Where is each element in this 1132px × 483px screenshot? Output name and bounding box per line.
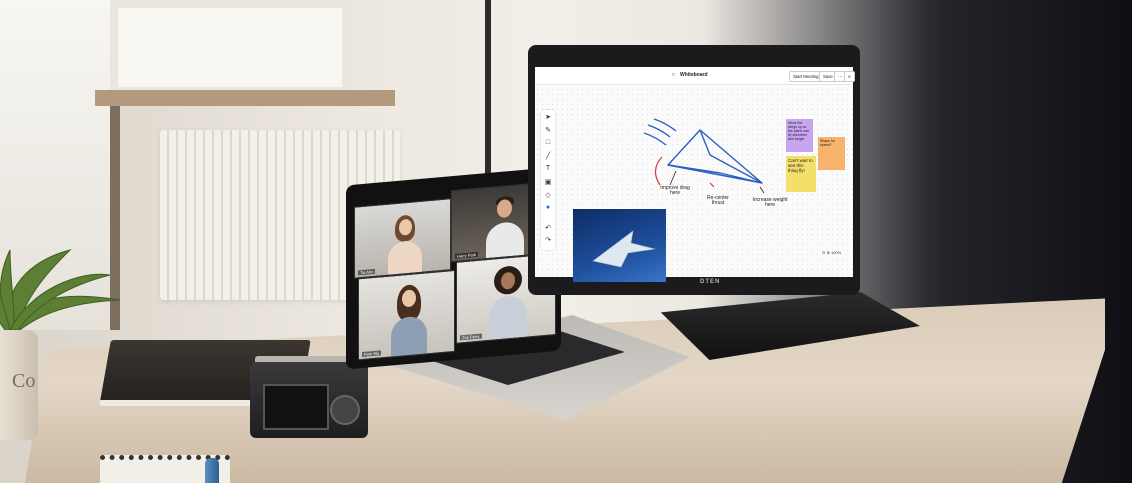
participant-name: Tia Ann bbox=[358, 268, 376, 276]
color-dot-icon[interactable]: ● bbox=[544, 204, 552, 211]
video-tile[interactable]: Pam Wu bbox=[358, 269, 455, 361]
sticky-note[interactable]: Shape for speed? bbox=[818, 137, 845, 170]
pen bbox=[205, 458, 219, 483]
office-scene: Co Tia Ann Harry Park Pam Wu Zoe Perry □… bbox=[0, 0, 1132, 483]
window-pane bbox=[110, 0, 350, 95]
annotation-thrust: Re-center thrust bbox=[707, 195, 729, 206]
participant-name: Pam Wu bbox=[362, 350, 382, 358]
sticky-icon[interactable]: ▣ bbox=[544, 178, 552, 186]
participant-name: Harry Park bbox=[455, 251, 479, 259]
zoom-in-icon[interactable]: ⊕ bbox=[826, 250, 829, 255]
plant-leaves bbox=[0, 249, 121, 331]
video-tile[interactable]: Tia Ann bbox=[354, 198, 451, 279]
jet-illustration bbox=[592, 230, 656, 268]
paper-plane-sketch bbox=[643, 118, 765, 194]
sticky-note[interactable]: Can't wait to see this thing fly! bbox=[786, 156, 816, 192]
text-icon[interactable]: T bbox=[544, 165, 552, 172]
menu-button[interactable]: ≡ bbox=[844, 71, 855, 82]
zoom-level: 100% bbox=[830, 250, 842, 255]
annotation-weight: Increase weight here bbox=[752, 197, 788, 208]
pen-icon[interactable]: ✎ bbox=[544, 126, 552, 134]
redo-icon[interactable]: ↷ bbox=[544, 236, 552, 244]
camera-screen bbox=[263, 384, 329, 430]
monitor-brand: DTEN bbox=[700, 279, 721, 285]
line-icon[interactable]: ╱ bbox=[544, 152, 552, 160]
annotation-drag: Improve drag here bbox=[660, 185, 690, 196]
rectangle-icon[interactable]: □ bbox=[544, 139, 552, 146]
whiteboard-icon: □ bbox=[672, 72, 676, 78]
whiteboard-title: Whiteboard bbox=[680, 72, 708, 78]
zoom-controls[interactable]: ⊖ ⊕ 100% bbox=[822, 250, 856, 260]
shape-icon[interactable]: ◇ bbox=[544, 191, 552, 199]
select-icon[interactable]: ➤ bbox=[544, 113, 552, 121]
window-sill bbox=[95, 90, 395, 106]
zoom-out-icon[interactable]: ⊖ bbox=[822, 250, 825, 255]
pot-lettering: Co bbox=[12, 370, 36, 392]
start-meeting-button[interactable]: Start Meeting bbox=[789, 71, 823, 82]
jet-image-card[interactable] bbox=[573, 209, 666, 282]
sticky-note[interactable]: Move the wings up so the plane can fly s… bbox=[786, 119, 813, 152]
camera-dial bbox=[330, 395, 360, 425]
undo-icon[interactable]: ↶ bbox=[544, 224, 552, 232]
participant-name: Zoe Perry bbox=[460, 333, 482, 341]
